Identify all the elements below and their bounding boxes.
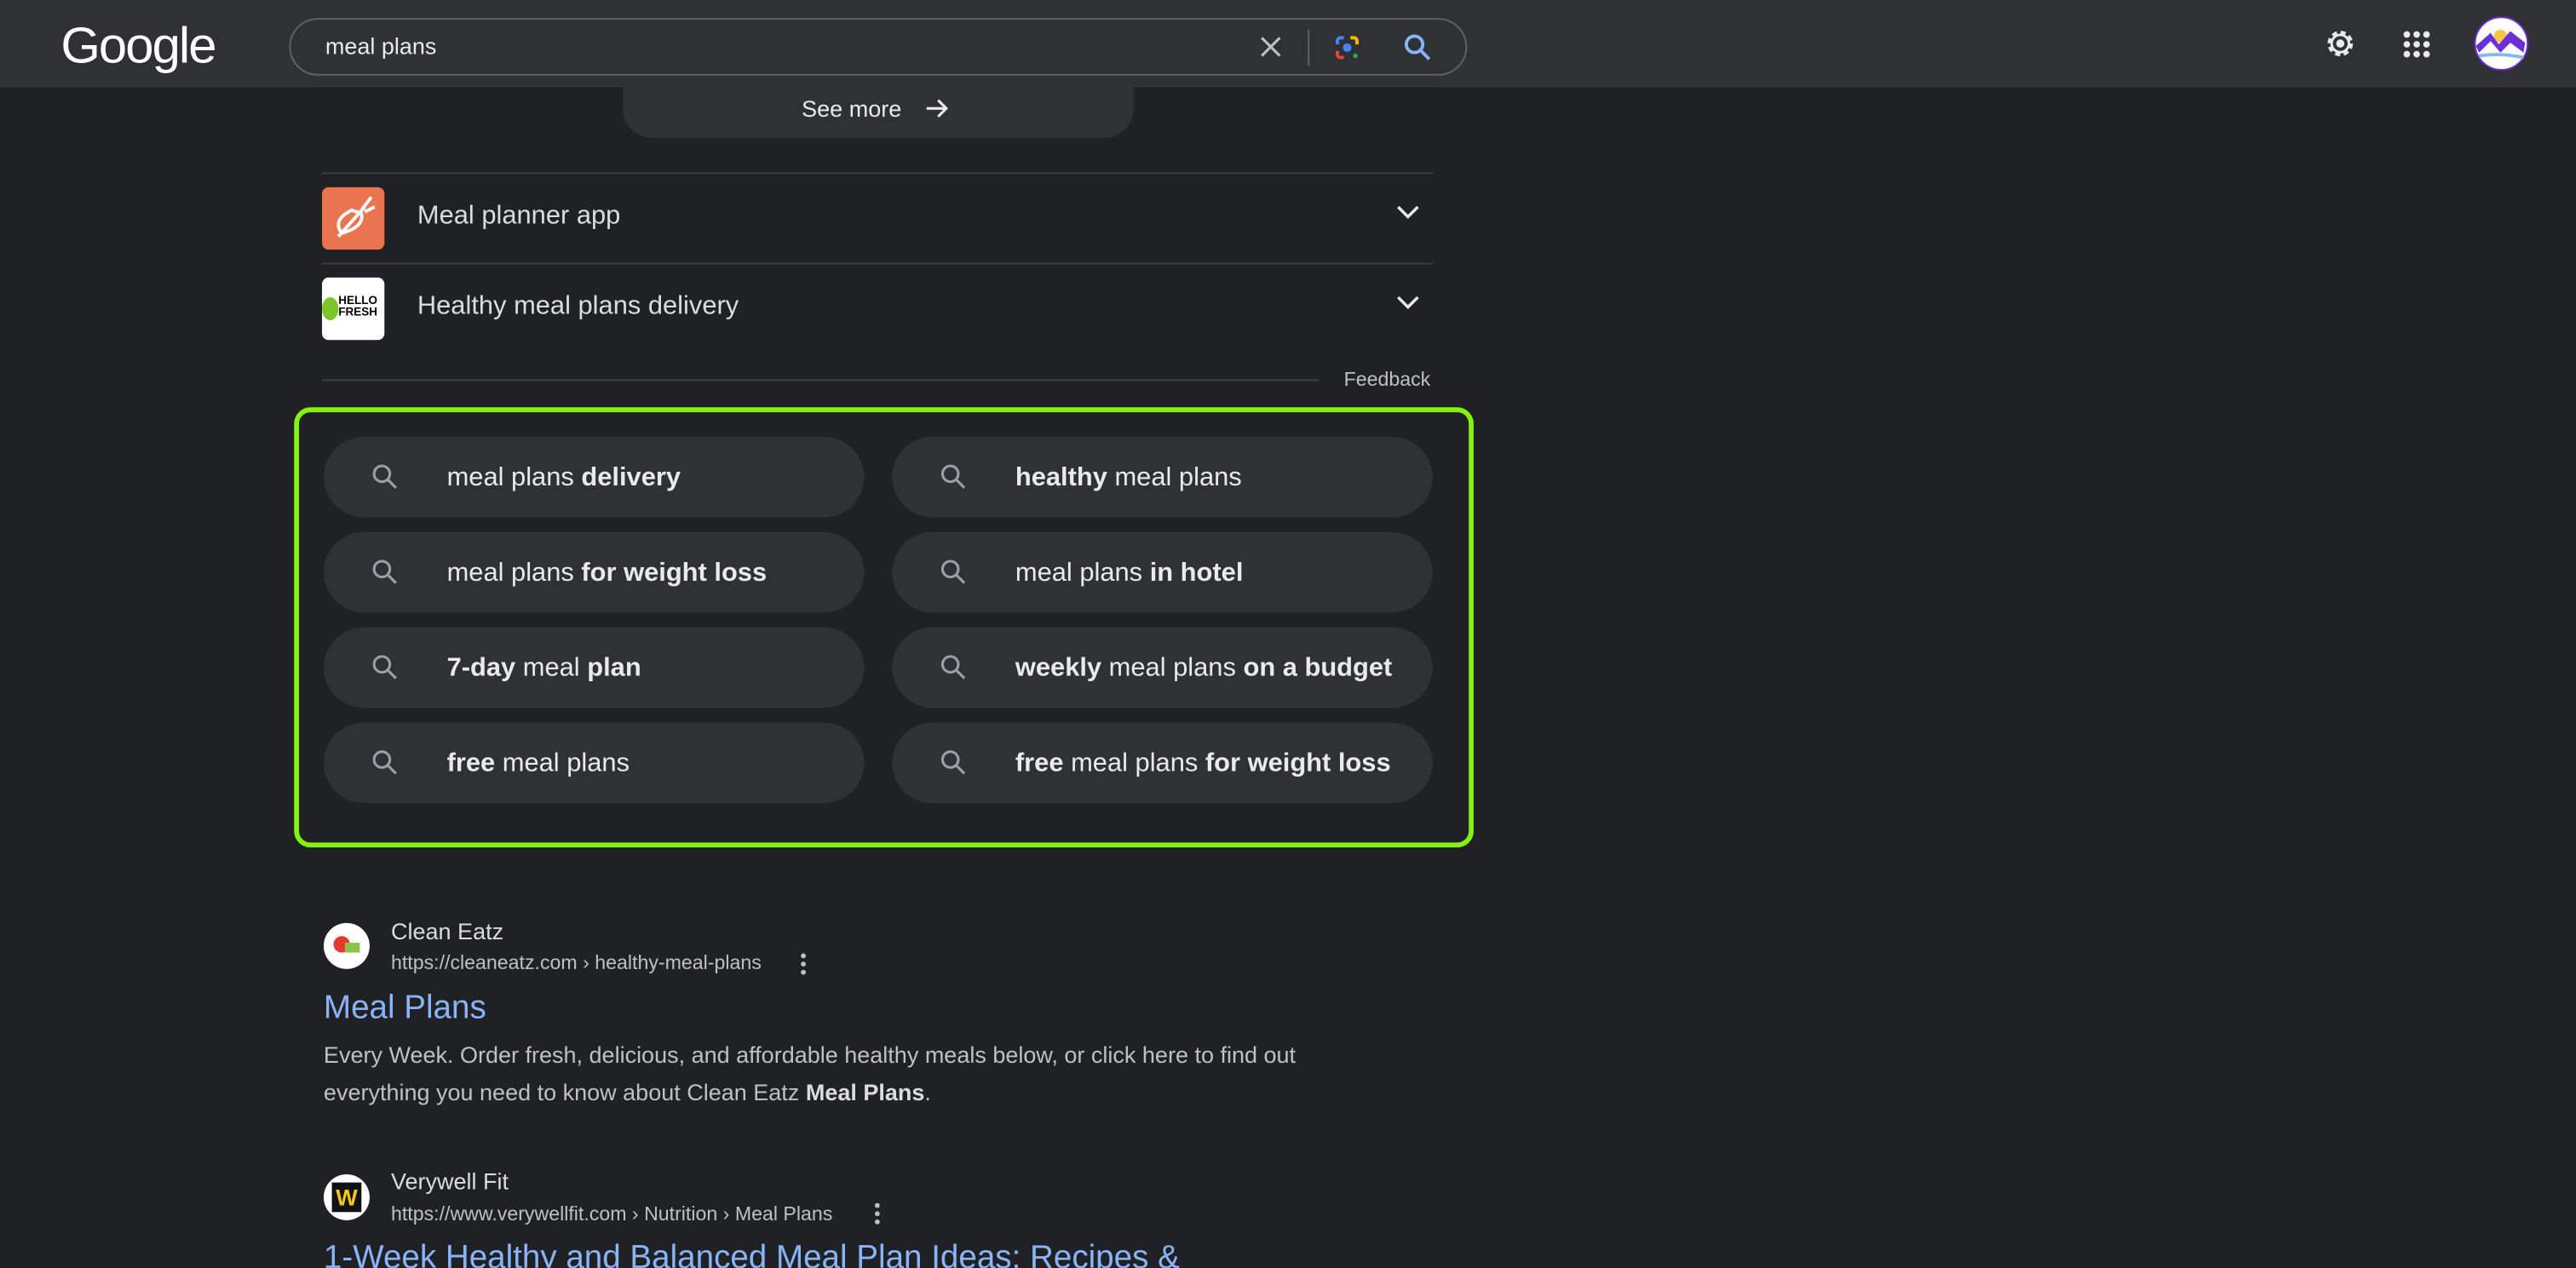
chevron-down-icon[interactable] (1393, 288, 1423, 318)
result-site-name[interactable]: Verywell Fit (391, 1168, 509, 1194)
search-icon (372, 655, 397, 680)
clean-eatz-favicon (323, 922, 370, 969)
bold-text: free (446, 749, 496, 777)
bold-text: for weight loss (581, 558, 768, 587)
related-search-chip[interactable]: 7-day meal plan (323, 627, 865, 709)
search-icon (940, 750, 966, 775)
bold-text: plan (587, 653, 641, 682)
carrot-app-icon (322, 186, 385, 250)
top-bar: Google meal plans (0, 0, 2576, 88)
google-logo[interactable]: Google (60, 16, 216, 75)
bold-text: delivery (581, 462, 681, 491)
hellofresh-logo-icon: HELLO FRESH (322, 277, 385, 341)
accordion-healthy-meal-plans-delivery[interactable]: HELLO FRESH Healthy meal plans delivery (322, 265, 1433, 353)
arrow-right-icon (926, 99, 949, 118)
google-lens-icon[interactable] (1332, 33, 1362, 63)
bold-text: healthy (1015, 462, 1107, 491)
related-search-label: free meal plans (447, 748, 831, 779)
related-search-label: free meal plans for weight loss (1015, 748, 1400, 779)
result-title-link[interactable]: Meal Plans (324, 990, 486, 1028)
text: meal plans (446, 558, 582, 587)
accordion-label: Meal planner app (417, 202, 621, 231)
search-icon (940, 655, 966, 680)
search-results-page: Google meal plans See more Meal planner … (0, 0, 2576, 1268)
search-icon (940, 559, 966, 584)
related-search-chip[interactable]: free meal plans for weight loss (892, 722, 1433, 804)
search-icon (372, 750, 397, 775)
search-input[interactable]: meal plans (289, 18, 1468, 76)
related-search-chip[interactable]: meal plans delivery (323, 437, 865, 518)
related-search-label: 7-day meal plan (447, 652, 831, 684)
result-url[interactable]: https://www.verywellfit.com › Nutrition … (391, 1202, 832, 1225)
bold-text: weekly (1015, 653, 1102, 682)
bold-text: for weight loss (1205, 749, 1391, 777)
related-search-chip[interactable]: meal plans in hotel (892, 531, 1433, 613)
result-title-link[interactable]: 1-Week Healthy and Balanced Meal Plan Id… (324, 1240, 1180, 1268)
text: meal plans (1101, 653, 1244, 682)
verywell-fit-favicon: W (323, 1173, 370, 1220)
feedback-link[interactable]: Feedback (1344, 368, 1431, 391)
apps-grid-icon[interactable] (2402, 30, 2432, 60)
text: meal (515, 653, 588, 682)
bold-text: on a budget (1243, 653, 1393, 682)
settings-gear-icon[interactable] (2321, 25, 2359, 62)
more-options-icon[interactable] (800, 953, 807, 976)
close-icon[interactable] (1258, 35, 1283, 60)
divider (322, 379, 1320, 382)
result-snippet: Every Week. Order fresh, delicious, and … (324, 1036, 1375, 1112)
bold-text: free (1015, 749, 1064, 777)
search-icon (372, 559, 397, 584)
related-search-label: meal plans in hotel (1015, 557, 1400, 588)
related-search-chip[interactable]: meal plans for weight loss (323, 531, 865, 613)
text: . (924, 1079, 931, 1105)
related-search-chip[interactable]: free meal plans (323, 722, 865, 804)
bold-text: Meal Plans (805, 1079, 925, 1105)
accordion-meal-planner-app[interactable]: Meal planner app (322, 174, 1433, 262)
text: meal plans (1107, 462, 1242, 491)
see-more-label: See more (802, 95, 902, 122)
search-icon (940, 464, 966, 489)
related-search-label: healthy meal plans (1015, 462, 1400, 493)
divider (1308, 29, 1310, 66)
search-icon[interactable] (1403, 33, 1433, 63)
result-site-name[interactable]: Clean Eatz (391, 918, 503, 944)
more-options-icon[interactable] (874, 1202, 881, 1225)
related-search-label: meal plans for weight loss (447, 557, 831, 588)
text: meal plans (495, 749, 630, 777)
related-search-label: meal plans delivery (447, 462, 831, 493)
bold-text: in hotel (1149, 558, 1244, 587)
text: meal plans (1015, 558, 1150, 587)
search-query[interactable]: meal plans (325, 33, 437, 60)
accordion-label: Healthy meal plans delivery (417, 292, 739, 321)
result-url[interactable]: https://cleaneatz.com › healthy-meal-pla… (391, 951, 762, 974)
text: meal plans (1063, 749, 1205, 777)
search-icon (372, 464, 397, 489)
related-search-label: weekly meal plans on a budget (1015, 652, 1400, 684)
text: meal plans (446, 462, 582, 491)
chevron-down-icon[interactable] (1393, 197, 1423, 227)
related-search-chip[interactable]: weekly meal plans on a budget (892, 627, 1433, 709)
avatar[interactable] (2474, 16, 2529, 71)
bold-text: 7-day (446, 653, 516, 682)
related-search-chip[interactable]: healthy meal plans (892, 437, 1433, 518)
